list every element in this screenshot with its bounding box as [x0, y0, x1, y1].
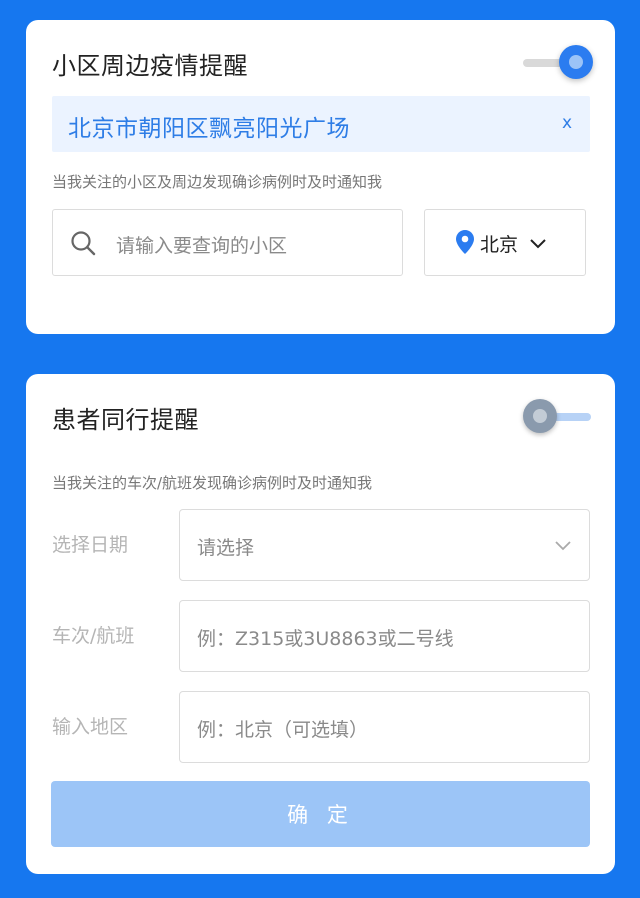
community-alert-hint: 当我关注的小区及周边发现确诊病例时及时通知我 [52, 173, 383, 191]
selected-city: 北京 [480, 234, 519, 256]
date-placeholder: 请选择 [197, 537, 255, 559]
date-select[interactable]: 请选择 [179, 509, 590, 581]
train-flight-placeholder: 例：Z315或3U8863或二号线 [197, 628, 454, 650]
toggle-knob [559, 45, 593, 79]
community-alert-card: 小区周边疫情提醒 北京市朝阳区飘亮阳光广场 x 当我关注的小区及周边发现确诊病例… [26, 20, 615, 334]
city-select[interactable]: 北京 [424, 209, 586, 276]
toggle-knob [523, 399, 557, 433]
date-label: 选择日期 [52, 534, 129, 556]
region-placeholder: 例：北京（可选填） [197, 719, 369, 741]
patient-alert-toggle[interactable] [523, 397, 593, 437]
train-flight-input[interactable]: 例：Z315或3U8863或二号线 [179, 600, 590, 672]
patient-alert-card: 患者同行提醒 当我关注的车次/航班发现确诊病例时及时通知我 选择日期 请选择 车… [26, 374, 615, 874]
region-input[interactable]: 例：北京（可选填） [179, 691, 590, 763]
chevron-down-icon [530, 239, 546, 249]
chevron-down-icon [555, 541, 571, 551]
selected-community-name: 北京市朝阳区飘亮阳光广场 [68, 116, 350, 142]
selected-community-chip: 北京市朝阳区飘亮阳光广场 x [52, 96, 590, 152]
patient-alert-hint: 当我关注的车次/航班发现确诊病例时及时通知我 [52, 474, 373, 492]
patient-alert-title: 患者同行提醒 [52, 406, 199, 434]
community-search-placeholder: 请输入要查询的小区 [116, 235, 288, 257]
train-flight-label: 车次/航班 [52, 625, 135, 647]
community-alert-toggle[interactable] [523, 43, 593, 83]
community-search-input[interactable]: 请输入要查询的小区 [52, 209, 403, 276]
confirm-button[interactable]: 确 定 [51, 781, 590, 847]
search-icon [71, 231, 96, 256]
location-pin-icon [456, 230, 474, 254]
community-alert-title: 小区周边疫情提醒 [52, 52, 248, 80]
remove-community-button[interactable]: x [562, 113, 572, 133]
region-label: 输入地区 [52, 716, 129, 738]
